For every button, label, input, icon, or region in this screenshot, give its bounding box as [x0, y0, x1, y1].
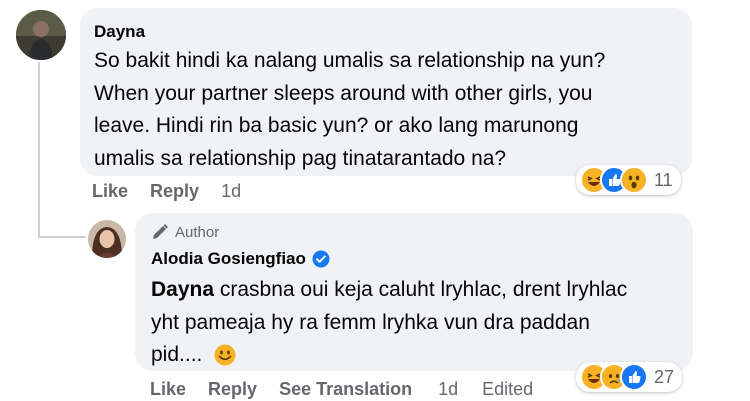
like-button[interactable]: Like	[150, 379, 186, 400]
comment-line: umalis sa relationship pag tinatarantado…	[94, 146, 507, 170]
reaction-summary[interactable]: 11	[576, 165, 681, 195]
reply-line: pid....	[151, 339, 627, 372]
comment-line: When your partner sleeps around with oth…	[94, 81, 593, 105]
pen-icon	[153, 224, 168, 239]
author-badge: Author	[151, 223, 219, 241]
comment-author[interactable]: Dayna	[94, 22, 145, 42]
thread-line	[38, 62, 40, 238]
edited-label[interactable]: Edited	[482, 379, 533, 400]
thread-connector	[38, 236, 86, 238]
reply-bubble: Author Alodia Gosiengfiao Dayna crasbna …	[135, 213, 693, 371]
smile-emoji-icon	[214, 344, 236, 366]
mention-link[interactable]: Dayna	[151, 278, 214, 301]
comment-text: So bakit hindi ka nalang umalis sa relat…	[94, 45, 605, 175]
reply-button[interactable]: Reply	[208, 379, 257, 400]
reaction-count: 27	[654, 366, 675, 387]
avatar[interactable]	[88, 220, 126, 258]
avatar[interactable]	[16, 10, 66, 60]
like-icon	[620, 363, 648, 391]
like-button[interactable]: Like	[92, 181, 128, 202]
reply-line-text: crasbna oui keja caluht lryhlac, drent l…	[214, 278, 628, 301]
reaction-count: 11	[654, 169, 673, 190]
timestamp[interactable]: 1d	[438, 379, 458, 400]
comment-actions: Like Reply 1d	[92, 181, 241, 202]
comment-line: leave. Hindi rin ba basic yun? or ako la…	[94, 114, 579, 137]
reply-button[interactable]: Reply	[150, 181, 199, 202]
reply-author-row: Alodia Gosiengfiao	[151, 249, 330, 269]
reply-line: yht pameaja hy ra femm lryhka vun dra pa…	[151, 310, 590, 334]
wow-icon	[620, 166, 648, 194]
see-translation-button[interactable]: See Translation	[279, 379, 412, 400]
reply-author[interactable]: Alodia Gosiengfiao	[151, 249, 306, 269]
comment-line: So bakit hindi ka nalang umalis sa relat…	[94, 49, 606, 72]
verified-badge-icon	[312, 250, 330, 268]
comment-bubble: Dayna So bakit hindi ka nalang umalis sa…	[80, 8, 692, 176]
author-badge-label: Author	[175, 223, 220, 241]
reply-text: Dayna crasbna oui keja caluht lryhlac, d…	[151, 274, 627, 372]
timestamp[interactable]: 1d	[221, 181, 241, 202]
reaction-summary[interactable]: 27	[576, 362, 683, 392]
reply-line-text: pid....	[151, 343, 209, 366]
reply-actions: Like Reply See Translation 1d Edited	[150, 379, 533, 400]
reply-line: Dayna crasbna oui keja caluht lryhlac, d…	[151, 274, 627, 307]
